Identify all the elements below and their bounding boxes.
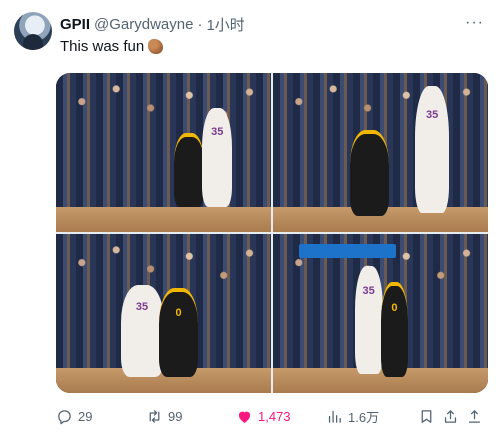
jersey-number: 35	[425, 108, 439, 121]
more-options-icon[interactable]: ···	[465, 14, 484, 32]
views-count: 1.6万	[348, 409, 380, 425]
media-grid: 35 35 35 0 35 0	[56, 73, 488, 393]
bookmark-button[interactable]	[418, 408, 435, 425]
retweet-button[interactable]: 99	[146, 408, 182, 425]
like-button[interactable]: 1,473	[236, 408, 291, 425]
tweet-text: This was fun	[60, 38, 164, 55]
brown-heart-emoji	[148, 39, 164, 54]
photo-1[interactable]: 35	[56, 73, 271, 232]
share-button[interactable]	[442, 408, 459, 425]
jersey-number: 35	[211, 125, 224, 138]
reply-icon	[58, 409, 71, 424]
timestamp[interactable]: 1小时	[206, 14, 244, 35]
jersey-number: 0	[391, 302, 398, 315]
tweet-text-body: This was fun	[60, 38, 145, 55]
views-chart-icon	[328, 410, 341, 423]
bookmark-icon	[421, 409, 432, 423]
retweet-icon	[149, 409, 160, 423]
jersey-number: 35	[135, 301, 149, 314]
jersey-number: 35	[362, 285, 375, 298]
author-name[interactable]: GPII	[60, 16, 90, 33]
share-icon	[444, 409, 457, 423]
retweet-count: 99	[168, 408, 183, 424]
upload-button[interactable]	[466, 408, 483, 425]
upload-icon	[468, 409, 481, 423]
jersey-number: 0	[175, 307, 182, 320]
heart-icon	[238, 411, 251, 423]
author-handle[interactable]: @Garydwayne	[94, 16, 193, 33]
reply-count: 29	[78, 408, 93, 424]
tweet-header: GPII @Garydwayne · 1小时	[60, 14, 245, 34]
tweet-card: GPII @Garydwayne · 1小时 ··· This was fun …	[0, 0, 500, 440]
reply-button[interactable]: 29	[56, 408, 92, 425]
like-count: 1,473	[258, 408, 291, 424]
avatar[interactable]	[14, 12, 52, 50]
photo-4[interactable]: 35 0	[273, 234, 488, 393]
photo-3[interactable]: 35 0	[56, 234, 271, 393]
views-button[interactable]: 1.6万	[326, 407, 379, 426]
separator-dot: ·	[197, 15, 203, 33]
photo-2[interactable]: 35	[273, 73, 488, 232]
action-bar: 29 99 1,473 1.6万	[56, 406, 488, 426]
